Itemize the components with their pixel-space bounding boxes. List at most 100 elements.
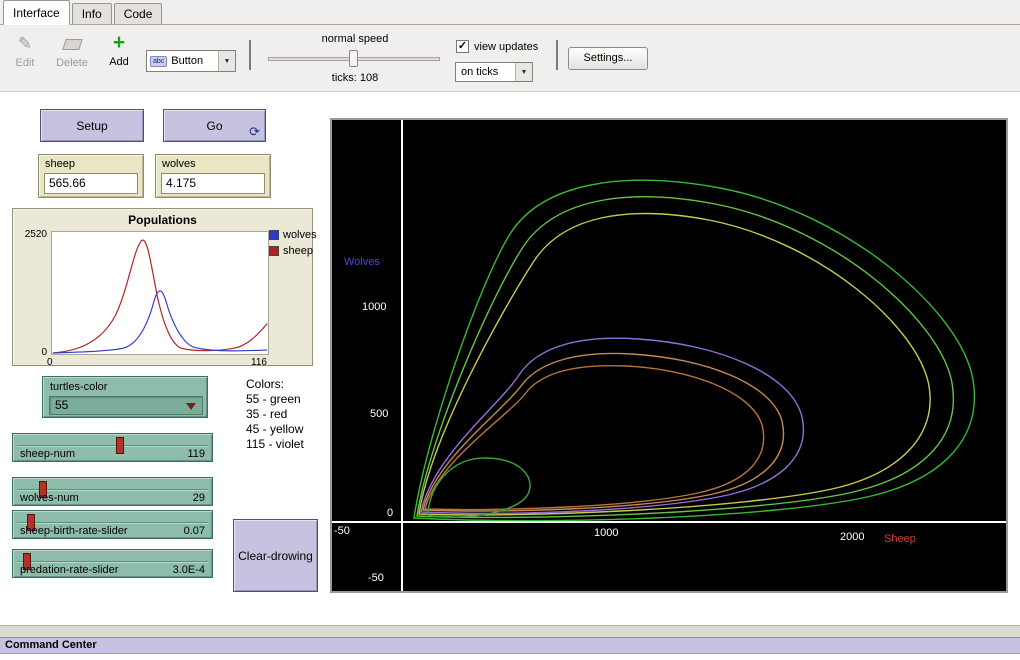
wolves-curve xyxy=(53,291,267,353)
monitor-sheep-value: 565.66 xyxy=(44,173,138,194)
slider-value: 3.0E-4 xyxy=(173,564,205,576)
x-tick-1000: 1000 xyxy=(594,527,618,539)
slider-value: 0.07 xyxy=(184,525,205,537)
tab-code[interactable]: Code xyxy=(114,3,163,24)
widget-type-dropdown[interactable]: abc Button ▼ xyxy=(146,50,236,72)
toolbar-separator xyxy=(556,40,558,70)
plot-canvas xyxy=(51,231,269,355)
slider-value: 29 xyxy=(193,492,205,504)
toolbar-separator xyxy=(249,40,251,70)
loop-orange xyxy=(423,353,784,510)
plus-icon: + xyxy=(102,32,136,54)
delete-label: Delete xyxy=(50,57,94,69)
legend-swatch-wolves xyxy=(269,230,279,240)
update-mode-value: on ticks xyxy=(461,66,498,78)
loop-yellow xyxy=(419,214,930,515)
slider-track[interactable] xyxy=(17,561,208,563)
y-tick-500: 500 xyxy=(370,408,388,420)
colors-note-line: 55 - green xyxy=(246,392,304,407)
monitor-sheep: sheep 565.66 xyxy=(38,154,144,198)
colors-note-line: 45 - yellow xyxy=(246,422,304,437)
chooser-label: turtles-color xyxy=(50,381,107,393)
legend-label-wolves: wolves xyxy=(283,229,317,241)
loop-tan xyxy=(425,366,764,510)
world-view[interactable]: Wolves 1000 500 0 -50 -50 1000 2000 Shee… xyxy=(330,118,1008,593)
widget-type-value: Button xyxy=(171,55,203,67)
command-center-splitter[interactable] xyxy=(0,625,1020,637)
colors-note-line: 115 - violet xyxy=(246,437,304,452)
turtles-color-chooser[interactable]: turtles-color 55 xyxy=(42,376,208,418)
update-mode-dropdown[interactable]: on ticks ▼ xyxy=(455,62,533,82)
monitor-wolves-label: wolves xyxy=(162,158,196,170)
delete-button[interactable]: Delete xyxy=(50,33,94,69)
y-tick-0: 0 xyxy=(387,507,393,519)
chevron-down-icon: ▼ xyxy=(515,63,532,81)
clear-drawing-button[interactable]: Clear-drowing xyxy=(233,519,318,592)
x-tick-2000: 2000 xyxy=(840,531,864,543)
monitor-wolves-value: 4.175 xyxy=(161,173,265,194)
toolbar: ✎ Edit Delete + Add abc Button ▼ normal … xyxy=(0,25,1020,92)
slider-label: predation-rate-slider xyxy=(20,564,118,576)
y-axis-title: Wolves xyxy=(344,256,380,268)
command-center-body[interactable] xyxy=(0,653,1020,660)
slider-track[interactable] xyxy=(17,445,208,447)
phase-portrait-drawing xyxy=(332,120,1006,591)
colors-note-line: 35 - red xyxy=(246,407,304,422)
clear-drawing-label: Clear-drowing xyxy=(238,549,313,563)
slider-label: sheep-birth-rate-slider xyxy=(20,525,128,537)
colors-note-title: Colors: xyxy=(246,377,304,392)
loop-violet xyxy=(421,338,803,513)
legend-swatch-sheep xyxy=(269,246,279,256)
speed-label: normal speed xyxy=(262,33,448,45)
add-label: Add xyxy=(102,56,136,68)
plot-x-max: 116 xyxy=(251,357,267,368)
speed-slider-thumb[interactable] xyxy=(349,50,358,67)
pencil-icon: ✎ xyxy=(8,33,42,55)
eraser-icon xyxy=(50,33,94,55)
chevron-down-icon xyxy=(186,403,196,410)
forever-icon: ⟳ xyxy=(249,125,260,138)
y-tick-1000: 1000 xyxy=(362,301,386,313)
view-updates-checkbox[interactable]: ✓ xyxy=(456,40,469,53)
button-widget-icon: abc xyxy=(150,56,167,67)
slider-track[interactable] xyxy=(17,522,208,524)
slider-sheep-num[interactable]: sheep-num 119 xyxy=(12,433,213,462)
setup-button[interactable]: Setup xyxy=(40,109,144,142)
edit-label: Edit xyxy=(8,57,42,69)
chooser-value-box[interactable]: 55 xyxy=(49,396,203,415)
command-center-header[interactable]: Command Center xyxy=(0,637,1020,653)
y-tick-neg50: -50 xyxy=(368,572,384,584)
tab-bar: Interface Info Code xyxy=(0,0,1020,25)
plot-title: Populations xyxy=(13,213,312,227)
setup-button-label: Setup xyxy=(76,119,107,133)
check-icon: ✓ xyxy=(458,40,467,52)
monitor-sheep-label: sheep xyxy=(45,158,75,170)
slider-value: 119 xyxy=(187,448,205,460)
ticks-counter: ticks: 108 xyxy=(262,72,448,84)
loop-green-small xyxy=(428,458,530,517)
command-center-title: Command Center xyxy=(5,639,97,651)
populations-plot: Populations 2520 0 0 116 wolves sheep xyxy=(12,208,313,366)
monitor-wolves: wolves 4.175 xyxy=(155,154,271,198)
slider-sheep-birth-rate[interactable]: sheep-birth-rate-slider 0.07 xyxy=(12,510,213,539)
slider-predation-rate[interactable]: predation-rate-slider 3.0E-4 xyxy=(12,549,213,578)
plot-curves xyxy=(52,232,268,354)
view-updates-label: view updates xyxy=(474,41,538,53)
add-button[interactable]: + Add xyxy=(102,32,136,68)
edit-button[interactable]: ✎ Edit xyxy=(8,33,42,69)
slider-label: sheep-num xyxy=(20,448,75,460)
loop-green-mid xyxy=(417,197,953,518)
chevron-down-icon: ▼ xyxy=(218,51,235,71)
slider-wolves-num[interactable]: wolves-num 29 xyxy=(12,477,213,506)
sheep-curve xyxy=(53,240,267,353)
x-axis-title: Sheep xyxy=(884,533,916,545)
tab-interface[interactable]: Interface xyxy=(3,0,70,25)
plot-y-max: 2520 xyxy=(21,229,47,240)
loop-green-outer xyxy=(414,180,974,520)
slider-label: wolves-num xyxy=(20,492,79,504)
slider-thumb[interactable] xyxy=(116,437,124,454)
settings-button[interactable]: Settings... xyxy=(568,47,648,70)
go-button[interactable]: Go ⟳ xyxy=(163,109,266,142)
tab-info[interactable]: Info xyxy=(72,3,112,24)
legend-label-sheep: sheep xyxy=(283,245,313,257)
